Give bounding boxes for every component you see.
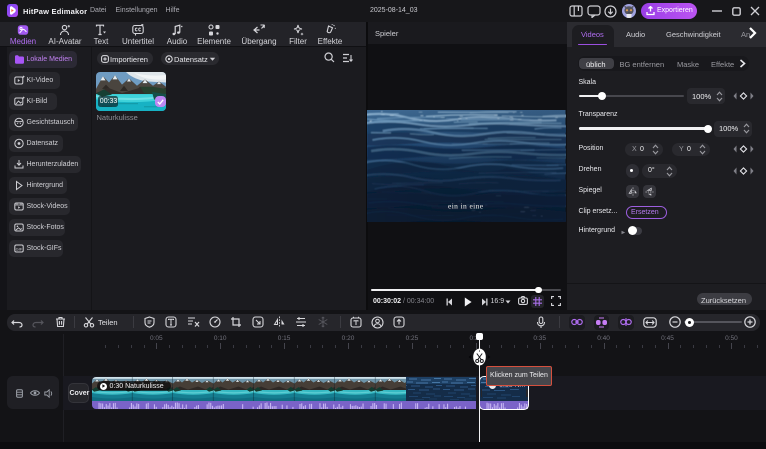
svg-text:ein in eine: ein in eine — [448, 201, 484, 210]
svg-text:GIF: GIF — [15, 246, 22, 251]
